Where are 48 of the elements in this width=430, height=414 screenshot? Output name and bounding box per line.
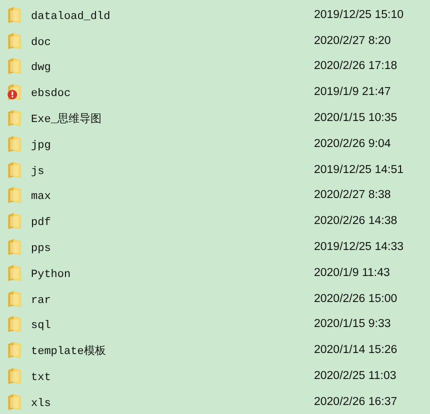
modified-date: 2020/2/26 17:18 [314, 60, 398, 72]
folder-name[interactable]: doc [31, 36, 51, 49]
modified-date: 2020/2/26 9:04 [314, 138, 391, 150]
modified-date: 2020/2/26 14:38 [314, 215, 398, 228]
folder-name[interactable]: txt [31, 372, 51, 384]
folder-icon [7, 109, 22, 128]
modified-date: 2020/2/26 16:37 [314, 396, 398, 408]
folder-name[interactable]: Python [31, 268, 71, 281]
folder-icon [7, 367, 22, 386]
folder-name[interactable]: template模板 [31, 346, 106, 358]
folder-icon [7, 134, 22, 153]
folder-icon [7, 264, 22, 282]
modified-date: 2019/12/25 14:33 [314, 241, 404, 254]
folder-name[interactable]: rar [31, 294, 51, 307]
modified-date: 2020/1/15 9:33 [314, 318, 391, 330]
folder-name[interactable]: sql [31, 320, 51, 332]
folder-name[interactable]: max [31, 191, 51, 204]
folder-name[interactable]: dwg [31, 62, 51, 74]
folder-icon [7, 212, 22, 230]
folder-name[interactable]: pdf [31, 217, 51, 230]
folder-name[interactable]: Exe_思维导图 [31, 114, 102, 126]
modified-date: 2019/12/25 15:10 [314, 8, 404, 21]
modified-date: 2019/1/9 21:47 [314, 86, 391, 98]
modified-date: 2020/2/27 8:20 [314, 34, 391, 47]
folder-icon [7, 238, 22, 256]
folder-name[interactable]: dataload_dld [31, 10, 110, 23]
modified-date: 2019/12/25 14:51 [314, 164, 404, 176]
modified-date: 2020/2/26 15:00 [314, 292, 398, 305]
modified-date: 2020/2/25 11:03 [314, 370, 396, 382]
folder-icon [7, 6, 22, 24]
folder-name[interactable]: ebsdoc [31, 88, 71, 100]
folder-icon [7, 186, 22, 204]
folder-icon [7, 341, 22, 360]
folder-icon [7, 160, 22, 179]
modified-date: 2020/2/27 8:38 [314, 189, 391, 202]
folder-name[interactable]: pps [31, 243, 51, 256]
folder-icon [7, 315, 22, 334]
folder-icon [7, 392, 22, 411]
folder-icon [7, 32, 22, 50]
folder-icon [7, 57, 22, 76]
folder-name[interactable]: js [31, 166, 44, 178]
modified-date: 2020/1/14 15:26 [314, 344, 398, 356]
folder-icon [7, 290, 22, 308]
modified-date: 2020/1/15 10:35 [314, 112, 398, 124]
folder-warning-icon [7, 83, 22, 102]
folder-name[interactable]: jpg [31, 140, 51, 152]
modified-date: 2020/1/9 11:43 [314, 266, 390, 279]
folder-name[interactable]: xls [31, 398, 51, 410]
